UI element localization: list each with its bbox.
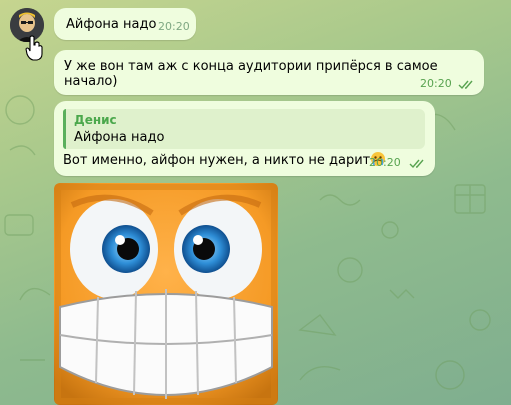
message-text: Айфона надо — [66, 17, 157, 32]
message-text: Вот именно, айфон нужен, а никто не дари… — [63, 153, 371, 168]
sticker-image[interactable] — [54, 183, 278, 405]
message-time: 20:20 — [158, 20, 190, 33]
reply-text: Айфона надо — [74, 130, 165, 145]
double-check-icon — [409, 159, 424, 169]
reply-quote[interactable]: Денис Айфона надо — [63, 109, 425, 149]
message-time: 20:20 — [420, 77, 452, 90]
message-bubble[interactable]: У же вон там аж с конца аудитории припёр… — [54, 50, 484, 95]
grinning-face-sticker — [54, 183, 278, 405]
message-time: 20:20 — [369, 156, 401, 169]
message-text-wrap: Вот именно, айфон нужен, а никто не дари… — [63, 152, 386, 168]
reply-author: Денис — [74, 113, 117, 127]
message-bubble[interactable]: Денис Айфона надо Вот именно, айфон нуже… — [54, 101, 435, 176]
message-bubble[interactable]: Айфона надо 20:20 — [54, 8, 196, 40]
double-check-icon — [458, 80, 473, 90]
hand-pointer-icon — [25, 35, 43, 61]
